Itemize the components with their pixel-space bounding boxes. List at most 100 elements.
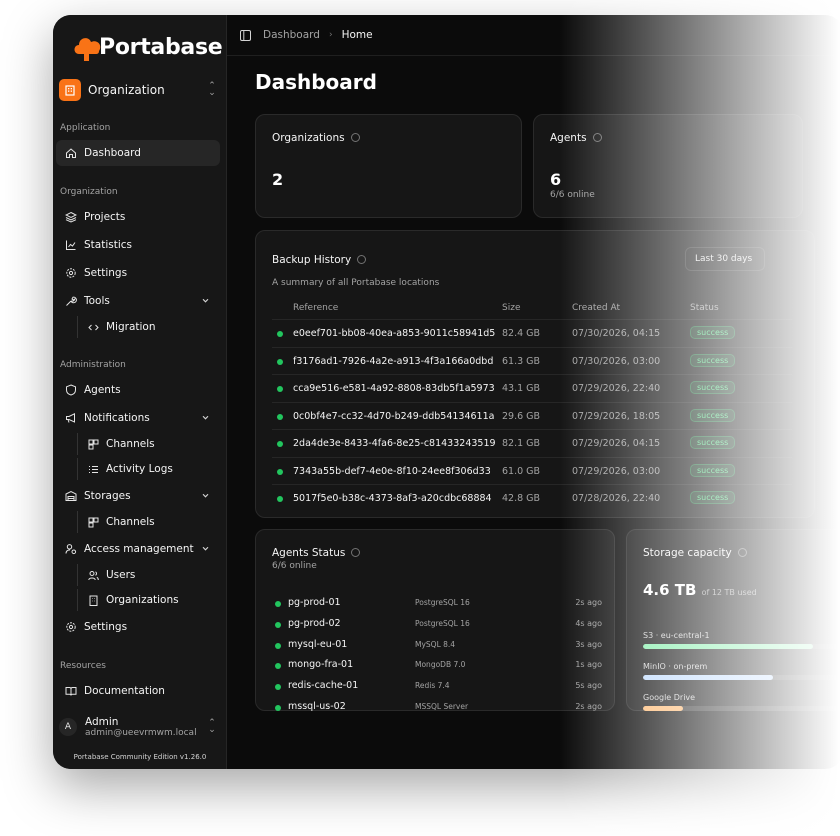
info-icon[interactable] — [737, 547, 747, 557]
chevron-down-icon[interactable] — [201, 491, 210, 503]
backup-size: 61.0 GB — [502, 465, 541, 477]
status-dot — [275, 642, 281, 649]
book-open-icon — [65, 685, 77, 697]
agents-card: Agents 6 6/6 online — [533, 114, 803, 218]
status-badge: success — [690, 353, 736, 367]
code-icon — [88, 322, 99, 333]
list-item[interactable]: redis-cache-01 Redis 7.4 5s ago — [272, 677, 602, 697]
sidebar-item-label: Settings — [84, 621, 128, 633]
sidebar-item-label: Notifications — [84, 412, 150, 424]
backup-created-at: 07/29/2026, 22:40 — [572, 383, 661, 394]
gear-icon — [65, 621, 77, 633]
breadcrumb-current: Home — [341, 29, 373, 41]
sidebar-item-migration[interactable]: Migration — [77, 316, 217, 338]
agents-status-card: Agents Status 6/6 online pg-prod-01 Postg… — [255, 529, 615, 712]
column-created-at: Created At — [572, 303, 621, 313]
sidebar-item-agents[interactable]: Agents — [56, 377, 220, 403]
sidebar-item-notification-channels[interactable]: Channels — [77, 433, 217, 455]
sidebar-item-label: Agents — [84, 384, 121, 396]
backup-reference: 2da4de3e-8433-4fa6-8e25-c81433243519 — [293, 438, 496, 449]
sidebar-toggle-icon[interactable] — [240, 29, 251, 41]
table-row[interactable]: 7343a55b-def7-4e0e-8f10-24ee8f306d33 61.0… — [272, 456, 792, 485]
card-subtitle: 6/6 online — [272, 561, 317, 571]
chevron-down-icon[interactable] — [201, 296, 210, 308]
user-cog-icon — [65, 543, 77, 555]
sidebar-item-projects[interactable]: Projects — [56, 204, 220, 230]
chevrons-up-down-icon: ⌃ ⌄ — [208, 81, 216, 98]
table-row[interactable]: e0eef701-bb08-40ea-a853-9011c58941d5 82.4… — [272, 319, 792, 347]
info-icon[interactable] — [357, 254, 367, 264]
list-item[interactable]: pg-prod-02 PostgreSQL 16 4s ago — [272, 615, 602, 635]
info-icon[interactable] — [350, 132, 360, 142]
section-organization: Organization — [60, 187, 118, 197]
sidebar-item-label: Dashboard — [84, 147, 141, 159]
agent-name: mssql-us-02 — [288, 701, 346, 712]
agent-database: MongoDB 7.0 — [415, 660, 466, 670]
sidebar-item-label: Statistics — [84, 239, 132, 251]
organizations-card: Organizations 2 — [255, 114, 522, 218]
sidebar-item-tools[interactable]: Tools — [56, 288, 220, 314]
sidebar-item-storages[interactable]: Storages — [56, 483, 220, 509]
table-row[interactable]: cca9e516-e581-4a92-8808-83db5f1a5973 43.1… — [272, 374, 792, 402]
table-row[interactable]: f3176ad1-7926-4a2e-a913-4f3a166a0dbd 61.3… — [272, 346, 792, 375]
warehouse-icon — [65, 490, 77, 502]
list-item[interactable]: mongo-fra-01 MongoDB 7.0 1s ago — [272, 656, 602, 676]
table-row[interactable]: 2da4de3e-8433-4fa6-8e25-c81433243519 82.1… — [272, 429, 792, 457]
agent-last-seen: 2s ago — [575, 598, 602, 607]
list-icon — [88, 464, 99, 475]
organization-switcher[interactable]: Organization ⌃ ⌄ — [59, 77, 219, 103]
status-badge: success — [690, 491, 736, 504]
status-dot — [277, 331, 283, 337]
list-item[interactable]: pg-prod-01 PostgreSQL 16 2s ago — [272, 594, 602, 614]
status-dot — [277, 413, 283, 420]
card-title: Agents — [550, 132, 587, 144]
users-icon — [88, 570, 99, 581]
date-range-value: Last 30 days — [695, 254, 753, 264]
status-dot — [277, 386, 283, 392]
sidebar-item-dashboard[interactable]: Dashboard — [56, 140, 220, 166]
breadcrumb-parent[interactable]: Dashboard — [263, 29, 320, 41]
storage-usage-fill — [643, 675, 773, 680]
sidebar-item-users[interactable]: Users — [77, 564, 217, 586]
sidebar-item-notifications[interactable]: Notifications — [56, 405, 220, 431]
gear-icon — [65, 267, 77, 279]
sidebar-item-documentation[interactable]: Documentation — [56, 678, 220, 704]
sidebar-item-admin-settings[interactable]: Settings — [56, 614, 220, 640]
backup-reference: 5017f5e0-b38c-4373-8af3-a20cdbc68884 — [293, 493, 492, 504]
sidebar-item-label: Tools — [84, 295, 110, 307]
chevron-right-icon: › — [328, 30, 333, 40]
info-icon[interactable] — [351, 547, 361, 557]
backup-reference: cca9e516-e581-4a92-8808-83db5f1a5973 — [293, 383, 495, 394]
table-row[interactable]: 5017f5e0-b38c-4373-8af3-a20cdbc68884 42.8… — [272, 484, 792, 512]
info-icon[interactable] — [592, 132, 602, 142]
list-item[interactable]: mysql-eu-01 MySQL 8.4 3s ago — [272, 636, 602, 656]
wrench-icon — [65, 295, 77, 307]
date-range-select[interactable]: Last 30 days — [685, 247, 765, 271]
backup-created-at: 07/30/2026, 04:15 — [572, 328, 661, 339]
user-menu[interactable]: A Admin admin@ueevrmwm.local ⌃ ⌄ — [59, 712, 219, 742]
table-row[interactable]: 0c0bf4e7-cc32-4d70-b249-ddb54134611a 29.6… — [272, 401, 792, 430]
agent-database: MySQL 8.4 — [415, 639, 456, 649]
column-reference: Reference — [293, 303, 339, 313]
sidebar-item-storage-channels[interactable]: Channels — [77, 511, 217, 533]
sidebar-item-organizations[interactable]: Organizations — [77, 589, 217, 611]
storage-usage-bar — [643, 675, 840, 680]
section-resources: Resources — [60, 661, 106, 671]
status-dot — [277, 468, 283, 475]
sidebar-item-activity-logs[interactable]: Activity Logs — [77, 458, 217, 480]
sidebar-item-label: Organizations — [106, 594, 179, 606]
backup-history-card: Backup History A summary of all Portabas… — [255, 230, 815, 518]
chevron-down-icon[interactable] — [201, 413, 210, 425]
list-item[interactable]: mssql-us-02 MSSQL Server 2s ago — [272, 698, 602, 718]
backup-reference: e0eef701-bb08-40ea-a853-9011c58941d5 — [293, 328, 496, 339]
sidebar: Portabase Organization ⌃ ⌄ Application Da… — [53, 15, 227, 769]
layers-icon — [65, 211, 77, 223]
storage-name: S3 · eu-central-1 — [643, 631, 710, 640]
chevron-down-icon[interactable] — [201, 544, 210, 556]
portabase-logo[interactable]: Portabase — [71, 27, 223, 67]
sidebar-item-settings[interactable]: Settings — [56, 260, 220, 286]
sidebar-item-label: Users — [106, 569, 136, 581]
sidebar-item-label: Settings — [84, 267, 128, 279]
sidebar-item-access-management[interactable]: Access management — [56, 536, 220, 562]
sidebar-item-statistics[interactable]: Statistics — [56, 232, 220, 258]
